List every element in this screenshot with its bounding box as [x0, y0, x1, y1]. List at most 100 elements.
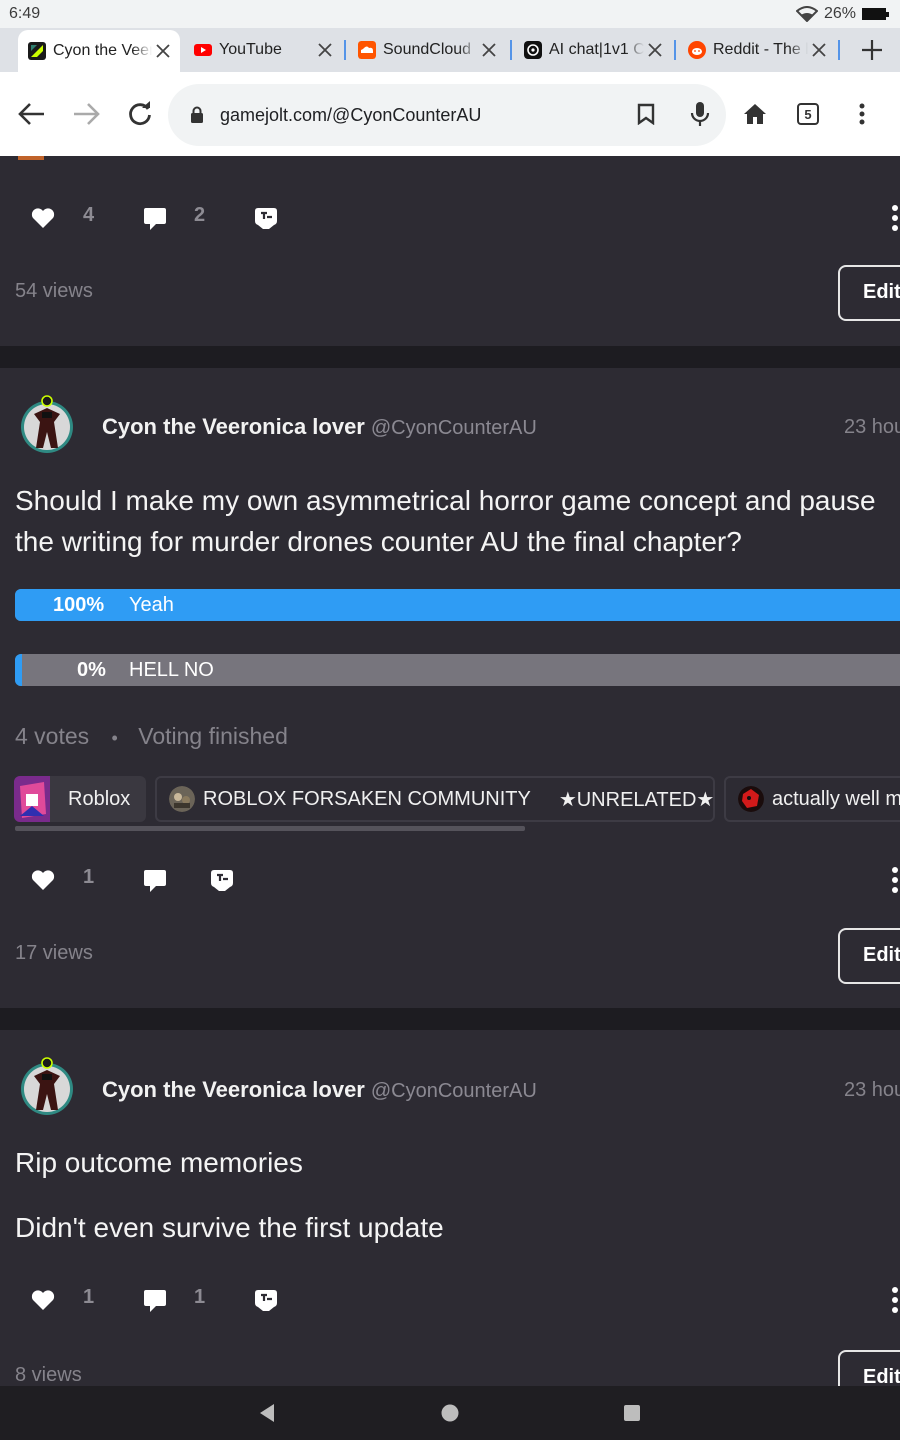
tab-switcher-button[interactable]: 5	[788, 94, 828, 134]
edit-button[interactable]: Edit	[838, 265, 900, 321]
tab-separator	[674, 40, 676, 60]
post-body-line: Didn't even survive the first update	[15, 1212, 444, 1243]
post-actions: 1	[0, 860, 900, 900]
poll-option-yeah: 100% Yeah	[15, 589, 900, 621]
browser-toolbar: gamejolt.com/@CyonCounterAU 5	[0, 72, 900, 156]
tab-title: Reddit - The heart	[713, 41, 808, 58]
community-chip-actually-well-made[interactable]: actually well made	[724, 776, 900, 822]
reddit-favicon-icon	[688, 41, 706, 59]
feed-divider	[0, 346, 900, 368]
bookmark-button[interactable]	[626, 94, 666, 134]
arrow-right-icon	[74, 103, 100, 125]
tab-separator	[838, 40, 840, 60]
post-time: 23 hours	[844, 416, 900, 438]
close-icon[interactable]	[644, 39, 666, 61]
author-display-name: Cyon the Veeronica lover	[102, 1077, 365, 1102]
edit-button[interactable]: Edit	[838, 1350, 900, 1386]
community-chips: Roblox ROBLOX FORSAKEN COMMUNITY ★UNRELA…	[0, 776, 900, 832]
view-count: 8 views	[15, 1364, 82, 1386]
tab-strip: Cyon the Veeronica lover YouTube SoundCl…	[0, 28, 900, 72]
poll-percent: 0%	[77, 659, 106, 681]
edit-button[interactable]: Edit	[838, 928, 900, 984]
forward-button[interactable]	[66, 94, 106, 134]
page-content: 4 2 54 views Edit Cyon the Veeronica lov…	[0, 156, 900, 1386]
share-fist-icon[interactable]	[252, 204, 280, 232]
arrow-left-icon	[18, 103, 44, 125]
more-vert-icon	[859, 103, 865, 125]
comment-icon[interactable]	[141, 1286, 169, 1314]
tab-title: YouTube	[219, 41, 282, 58]
reload-icon	[129, 101, 151, 126]
nav-home-button[interactable]	[437, 1400, 463, 1426]
heart-icon[interactable]	[29, 1286, 57, 1314]
menu-button[interactable]	[842, 94, 882, 134]
post-body: Should I make my own asymmetrical horror…	[15, 485, 876, 557]
bookmark-icon	[637, 103, 655, 125]
post-time: 23 hours	[844, 1079, 900, 1101]
reload-button[interactable]	[120, 94, 160, 134]
author-handle: @CyonCounterAU	[370, 417, 537, 439]
tab-title: Cyon the Veeronica lover	[53, 42, 152, 59]
tab-count-icon: 5	[797, 103, 819, 125]
user-avatar[interactable]	[18, 392, 76, 454]
wifi-icon	[795, 6, 818, 22]
tab-cyon[interactable]: Cyon the Veeronica lover	[18, 30, 180, 72]
author-name[interactable]: Cyon the Veeronica lover @CyonCounterAU	[102, 1077, 537, 1103]
close-icon[interactable]	[152, 40, 174, 62]
system-navigation-bar	[0, 1386, 900, 1440]
post-actions: 1 1	[0, 1280, 900, 1320]
triangle-back-icon	[260, 1404, 274, 1422]
tab-reddit[interactable]: Reddit - The heart	[678, 30, 836, 70]
community-chip-forsaken[interactable]: ROBLOX FORSAKEN COMMUNITY ★UNRELATED★	[155, 776, 715, 822]
well-made-community-thumbnail	[738, 786, 764, 812]
meta-bullet: •	[111, 728, 118, 748]
author-display-name: Cyon the Veeronica lover	[102, 414, 365, 439]
post-body-line: Rip outcome memories	[15, 1147, 303, 1178]
battery-percent: 26%	[823, 5, 856, 22]
gamejolt-favicon-icon	[28, 42, 46, 60]
tab-youtube[interactable]: YouTube	[184, 30, 342, 70]
user-avatar[interactable]	[18, 1054, 76, 1116]
close-icon[interactable]	[314, 39, 336, 61]
tab-title: AI chat|1v1 Chat	[549, 41, 644, 58]
share-fist-icon[interactable]	[208, 866, 236, 894]
comment-count: 1	[194, 1286, 206, 1308]
chip-channel: ★UNRELATED★	[558, 788, 715, 811]
voice-search-button[interactable]	[680, 94, 720, 134]
comment-icon[interactable]	[141, 866, 169, 894]
heart-icon[interactable]	[29, 204, 57, 232]
status-indicators: 26%	[795, 5, 889, 23]
post-card-previous: 4 2 54 views Edit	[0, 156, 900, 346]
author-name[interactable]: Cyon the Veeronica lover @CyonCounterAU	[102, 414, 537, 440]
view-count: 54 views	[15, 280, 93, 302]
poll-marker	[15, 654, 22, 686]
chip-label: actually well made	[772, 787, 900, 810]
more-options-icon[interactable]	[890, 202, 900, 234]
new-tab-button[interactable]	[858, 36, 886, 64]
chip-label: Roblox	[68, 787, 131, 810]
tab-separator	[510, 40, 512, 60]
author-handle: @CyonCounterAU	[370, 1080, 537, 1102]
like-count: 1	[83, 866, 95, 888]
community-chip-roblox[interactable]: Roblox	[14, 776, 146, 822]
tab-ai-chat[interactable]: AI chat|1v1 Chat	[514, 30, 672, 70]
heart-icon[interactable]	[29, 866, 57, 894]
url-text: gamejolt.com/@CyonCounterAU	[220, 104, 482, 125]
close-icon[interactable]	[478, 39, 500, 61]
more-options-icon[interactable]	[890, 864, 900, 896]
nav-back-button[interactable]	[254, 1400, 280, 1426]
back-button[interactable]	[12, 94, 52, 134]
close-icon[interactable]	[808, 39, 830, 61]
tab-soundcloud[interactable]: SoundCloud	[348, 30, 506, 70]
comment-icon[interactable]	[141, 204, 169, 232]
chip-label: ROBLOX FORSAKEN COMMUNITY	[203, 787, 531, 810]
chip-scrollbar[interactable]	[15, 826, 525, 831]
nav-recents-button[interactable]	[619, 1400, 645, 1426]
more-options-icon[interactable]	[890, 1284, 900, 1316]
share-fist-icon[interactable]	[252, 1286, 280, 1314]
home-button[interactable]	[735, 94, 775, 134]
status-time: 6:49	[9, 5, 41, 22]
youtube-favicon-icon	[194, 44, 212, 56]
tab-title: SoundCloud	[383, 41, 472, 58]
roblox-community-thumbnail	[14, 776, 50, 822]
